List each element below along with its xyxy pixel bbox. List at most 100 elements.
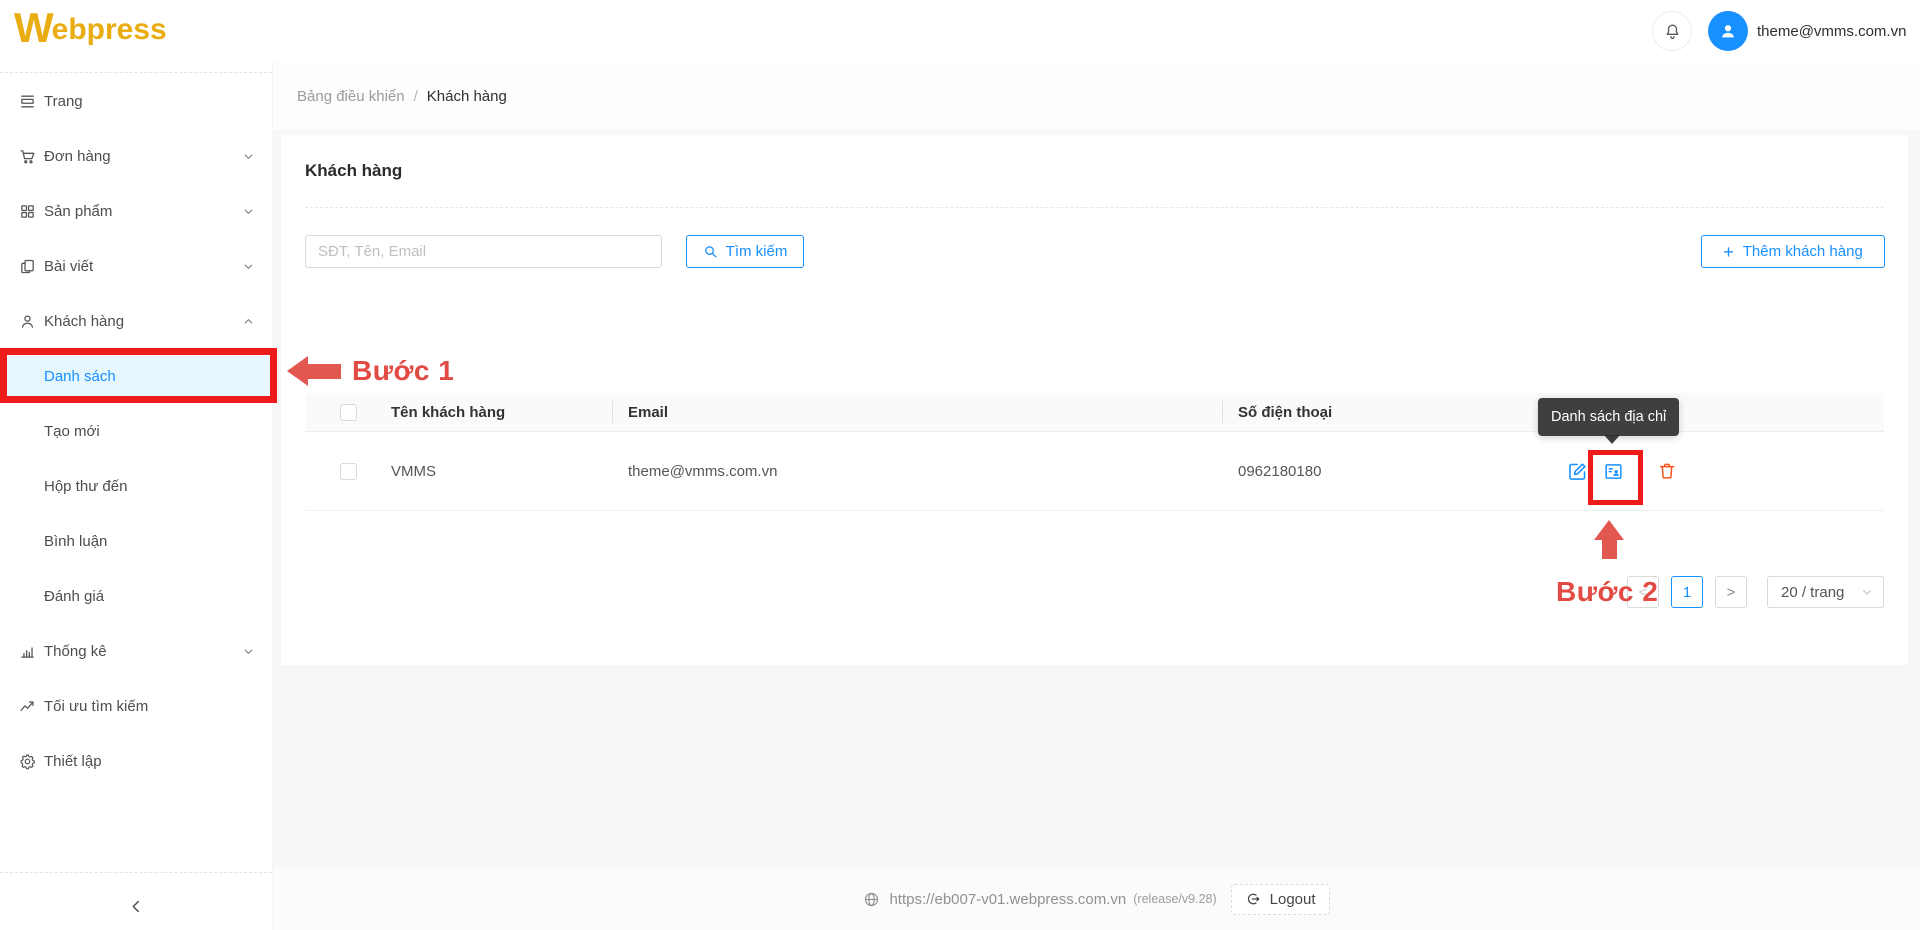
annotation-arrow-up: [1594, 520, 1624, 540]
annotation-box-step1: [0, 348, 277, 403]
webpress-logo[interactable]: Webpress: [14, 6, 167, 50]
column-header-email: Email: [612, 404, 1222, 421]
chevron-down-icon: [1861, 586, 1873, 598]
cell-customer-name: VMMS: [391, 463, 612, 480]
column-header-phone: Số điện thoại: [1222, 404, 1522, 421]
sidebar-item-label: Hộp thư đến: [44, 478, 127, 495]
sidebar-item-label: Thống kê: [44, 643, 107, 660]
sidebar-subitem-tao-moi[interactable]: Tạo mới: [0, 411, 272, 451]
chevron-down-icon: [243, 151, 254, 162]
sidebar-item-thong-ke[interactable]: Thống kê: [0, 631, 272, 671]
bell-icon: [1663, 22, 1682, 41]
plus-icon: +: [1723, 243, 1734, 261]
tooltip-danh-sach-dia-chi: Danh sách địa chỉ: [1538, 398, 1679, 436]
footer: https://eb007-v01.webpress.com.vn (relea…: [273, 868, 1920, 930]
breadcrumb-current: Khách hàng: [427, 88, 507, 105]
pagination: < 1 > 20 / trang: [1627, 576, 1884, 608]
avatar[interactable]: [1708, 11, 1748, 51]
edit-customer-icon[interactable]: [1567, 461, 1588, 482]
avatar-person-icon: [1717, 20, 1739, 42]
add-customer-button[interactable]: + Thêm khách hàng: [1701, 235, 1885, 268]
app-window: Webpress theme@vmms.com.vn: [0, 0, 1920, 930]
pagination-page-1[interactable]: 1: [1671, 576, 1703, 608]
search-input[interactable]: [305, 235, 662, 268]
logout-button[interactable]: Logout: [1231, 884, 1330, 915]
top-bar: Webpress theme@vmms.com.vn: [0, 0, 1920, 62]
sidebar-collapse-button[interactable]: [0, 884, 272, 928]
logout-label: Logout: [1270, 891, 1316, 908]
sidebar-subitem-binh-luan[interactable]: Bình luận: [0, 521, 272, 561]
sidebar-item-label: Tối ưu tìm kiếm: [44, 698, 148, 715]
delete-customer-icon[interactable]: [1657, 461, 1677, 481]
sidebar-item-trang[interactable]: Trang: [0, 81, 272, 121]
chevron-left-icon: [128, 898, 145, 915]
row-actions: [1522, 461, 1884, 482]
search-button-label: Tìm kiếm: [726, 243, 788, 260]
search-icon: [703, 244, 718, 259]
annotation-arrow-left-body: [307, 364, 341, 379]
gear-icon: [18, 753, 36, 770]
chevron-down-icon: [243, 206, 254, 217]
annotation-arrow-up-body: [1602, 539, 1617, 559]
select-all-checkbox[interactable]: [340, 404, 357, 421]
page-size-select[interactable]: 20 / trang: [1767, 576, 1884, 608]
annotation-step2-label: Bước 2: [1556, 576, 1658, 608]
sidebar-divider: [0, 72, 272, 73]
sidebar-item-label: Trang: [44, 93, 83, 110]
sidebar-item-thiet-lap[interactable]: Thiết lập: [0, 741, 272, 781]
site-url-link[interactable]: https://eb007-v01.webpress.com.vn: [889, 891, 1126, 908]
sidebar-item-san-pham[interactable]: Sản phẩm: [0, 191, 272, 231]
sidebar-item-label: Khách hàng: [44, 313, 124, 330]
page-size-value: 20 / trang: [1781, 584, 1844, 601]
tooltip-arrow: [1604, 435, 1620, 444]
header-checkbox-cell: [305, 404, 391, 421]
sidebar-item-don-hang[interactable]: Đơn hàng: [0, 136, 272, 176]
pagination-next-button[interactable]: >: [1715, 576, 1747, 608]
customer-icon: [18, 313, 36, 330]
logout-icon: [1245, 891, 1261, 907]
annotation-step1-label: Bước 1: [352, 355, 454, 387]
logo-w: W: [14, 6, 52, 50]
sidebar-item-khach-hang[interactable]: Khách hàng: [0, 301, 272, 341]
trend-up-icon: [18, 698, 36, 715]
release-version: (release/v9.28): [1133, 892, 1216, 906]
sidebar-item-label: Tạo mới: [44, 423, 100, 440]
sidebar: Trang Đơn hàng: [0, 62, 273, 930]
title-divider: [305, 207, 1884, 208]
sidebar-item-label: Bài viết: [44, 258, 93, 275]
add-customer-label: Thêm khách hàng: [1743, 243, 1863, 260]
globe-icon: [863, 891, 880, 908]
sidebar-item-label: Thiết lập: [44, 753, 102, 770]
sidebar-item-label: Đánh giá: [44, 588, 104, 605]
sidebar-nav: Trang Đơn hàng: [0, 81, 272, 796]
search-button[interactable]: Tìm kiếm: [686, 235, 804, 268]
column-header-name: Tên khách hàng: [391, 404, 612, 421]
cell-customer-phone: 0962180180: [1222, 463, 1522, 480]
logo-text: ebpress: [52, 10, 167, 50]
table-row: VMMS theme@vmms.com.vn 0962180180: [305, 432, 1884, 511]
breadcrumb-separator: /: [414, 88, 418, 105]
grid-icon: [18, 203, 36, 220]
row-checkbox[interactable]: [340, 463, 357, 480]
posts-icon: [18, 258, 36, 275]
layout-icon: [18, 93, 36, 110]
sidebar-item-bai-viet[interactable]: Bài viết: [0, 246, 272, 286]
sidebar-item-label: Sản phẩm: [44, 203, 112, 220]
notifications-button[interactable]: [1652, 11, 1692, 51]
chevron-down-icon: [243, 646, 254, 657]
sidebar-item-label: Đơn hàng: [44, 148, 111, 165]
bar-chart-icon: [18, 643, 36, 660]
sidebar-subitem-hop-thu-den[interactable]: Hộp thư đến: [0, 466, 272, 506]
user-email[interactable]: theme@vmms.com.vn: [1757, 0, 1906, 62]
breadcrumb-band: [273, 62, 1920, 130]
sidebar-subitem-danh-gia[interactable]: Đánh giá: [0, 576, 272, 616]
row-checkbox-cell: [305, 463, 391, 480]
annotation-box-step2: [1588, 450, 1643, 505]
sidebar-item-label: Bình luận: [44, 533, 107, 550]
sidebar-divider: [0, 872, 272, 873]
chevron-down-icon: [243, 261, 254, 272]
sidebar-item-toi-uu-tim-kiem[interactable]: Tối ưu tìm kiếm: [0, 686, 272, 726]
breadcrumb-dashboard[interactable]: Bảng điều khiển: [297, 88, 405, 105]
cart-icon: [18, 148, 36, 165]
page-title: Khách hàng: [305, 161, 402, 181]
